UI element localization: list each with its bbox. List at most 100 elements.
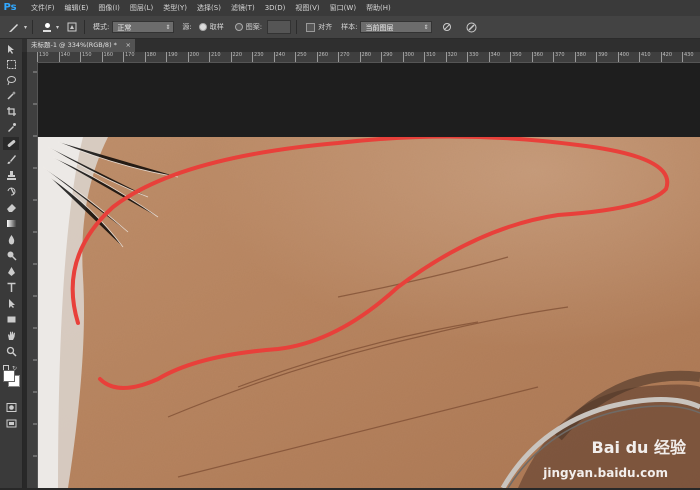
ruler-tick [359, 52, 361, 62]
options-bar: ▾ ▾ 模式: 正常 ⇕ 源: 取样 图案: 对齐 样本: 当前图层 ⇕ [0, 16, 700, 39]
ignore-adjustment-layers-icon[interactable] [440, 20, 454, 34]
pattern-picker[interactable] [267, 20, 292, 34]
eraser-icon[interactable] [3, 201, 19, 214]
menu-image[interactable]: 图像(I) [93, 0, 125, 16]
gradient-icon[interactable] [3, 217, 19, 230]
ruler-tick-label: 390 [598, 52, 608, 58]
ruler-tick [80, 52, 81, 62]
ruler-tick-label: 290 [383, 52, 393, 58]
separator [84, 20, 86, 34]
ruler-tick-label: 210 [211, 52, 221, 58]
mode-select-value: 正常 [117, 24, 132, 32]
lasso-icon[interactable] [3, 74, 19, 87]
ruler-tick-label: 380 [576, 52, 587, 58]
ruler-tick-label: 310 [426, 52, 436, 58]
ruler-tick [445, 52, 447, 62]
healing-brush-icon[interactable] [3, 137, 19, 150]
blur-icon[interactable] [3, 233, 19, 246]
screen-mode-icon[interactable] [3, 417, 19, 430]
ruler-tick [316, 52, 318, 62]
horizontal-ruler[interactable]: 130 140 150 160 170 180 190 200 210 220 230 240 250 2… [37, 52, 700, 63]
clone-stamp-icon[interactable] [3, 169, 19, 182]
move-icon[interactable] [3, 43, 19, 56]
quick-mask-icon[interactable] [3, 401, 19, 414]
ruler-tick [338, 52, 339, 62]
menu-edit[interactable]: 编辑(E) [60, 0, 94, 16]
close-icon[interactable]: × [126, 39, 131, 52]
ruler-origin[interactable] [27, 52, 37, 62]
brush-icon[interactable] [3, 153, 19, 166]
ruler-tick-label: 330 [469, 52, 479, 58]
ruler-tick [531, 52, 533, 62]
chevron-down-icon: ⇕ [423, 24, 429, 31]
ruler-tick-label: 130 [39, 52, 49, 58]
source-pattern-radio[interactable] [234, 23, 243, 31]
aligned-checkbox[interactable] [306, 22, 316, 32]
menu-window[interactable]: 窗口(W) [325, 0, 361, 16]
menu-layer[interactable]: 图层(L) [125, 0, 158, 16]
sample-select[interactable]: 当前图层 ⇕ [360, 21, 433, 33]
mode-label: 模式: [93, 23, 110, 31]
ruler-tick-label: 300 [404, 52, 415, 58]
ruler-tick-label: 180 [146, 52, 157, 58]
ruler-tick-label: 150 [82, 52, 92, 58]
ruler-tick [209, 52, 210, 62]
ruler-tick [273, 52, 275, 62]
vertical-ruler[interactable] [27, 62, 38, 488]
menu-file[interactable]: 文件(F) [26, 0, 60, 16]
foreground-color-swatch[interactable] [3, 370, 15, 382]
watermark-url: jingyan.baidu.com [543, 466, 668, 480]
ruler-tick [488, 52, 490, 62]
ruler-tick [596, 52, 597, 62]
rectangle-icon[interactable] [3, 313, 19, 326]
tools-panel: ↻ [0, 39, 23, 488]
ruler-tick-label: 400 [619, 52, 630, 58]
ruler-tick [123, 52, 124, 62]
document-canvas[interactable]: Bai du 经验 jingyan.baidu.com [38, 63, 700, 488]
magic-wand-icon[interactable] [3, 89, 19, 102]
clone-source-panel-icon[interactable] [65, 20, 79, 34]
menu-type[interactable]: 类型(Y) [158, 0, 192, 16]
separator [296, 20, 298, 34]
hand-icon[interactable] [3, 329, 19, 342]
ruler-tick-label: 320 [447, 52, 458, 58]
tool-preset-icon[interactable] [4, 19, 24, 35]
menu-3d[interactable]: 3D(D) [260, 0, 291, 16]
ruler-tick [144, 52, 146, 62]
ruler-tick [295, 52, 296, 62]
ruler-tick [187, 52, 189, 62]
crop-icon[interactable] [3, 105, 19, 118]
ruler-tick [510, 52, 511, 62]
menu-bar: Ps 文件(F) 编辑(E) 图像(I) 图层(L) 类型(Y) 选择(S) 滤… [0, 0, 700, 16]
ruler-tick-label: 250 [297, 52, 307, 58]
color-swatch-icon[interactable]: ↻ [3, 365, 21, 387]
source-label: 源: [182, 23, 192, 31]
eyedropper-icon[interactable] [3, 121, 19, 134]
vertical-ruler-ticks [33, 71, 37, 457]
ruler-tick-label: 190 [168, 52, 178, 58]
mode-select[interactable]: 正常 ⇕ [112, 21, 175, 33]
menu-help[interactable]: 帮助(H) [361, 0, 396, 16]
pressure-size-icon[interactable] [464, 20, 478, 34]
menu-view[interactable]: 视图(V) [290, 0, 324, 16]
ruler-tick-label: 360 [533, 52, 544, 58]
path-select-icon[interactable] [3, 297, 19, 310]
aligned-label: 对齐 [318, 23, 333, 31]
brush-size-picker[interactable] [38, 19, 56, 35]
zoom-icon[interactable] [3, 345, 19, 358]
history-brush-icon[interactable] [3, 185, 19, 198]
pen-icon[interactable] [3, 265, 19, 278]
ruler-tick-label: 220 [232, 52, 243, 58]
type-icon[interactable] [3, 281, 19, 294]
dodge-icon[interactable] [3, 249, 19, 262]
document-tab[interactable]: 未标题-1 @ 334%(RGB/8) * × [27, 39, 135, 52]
ruler-tick-label: 240 [275, 52, 286, 58]
sample-label: 样本: [341, 23, 358, 31]
ruler-tick [381, 52, 382, 62]
photoshop-logo: Ps [3, 2, 17, 13]
menu-select[interactable]: 选择(S) [192, 0, 226, 16]
marquee-icon[interactable] [3, 58, 19, 71]
source-sampled-radio[interactable] [198, 23, 207, 31]
menu-filter[interactable]: 滤镜(T) [226, 0, 260, 16]
ruler-tick-label: 230 [254, 52, 264, 58]
